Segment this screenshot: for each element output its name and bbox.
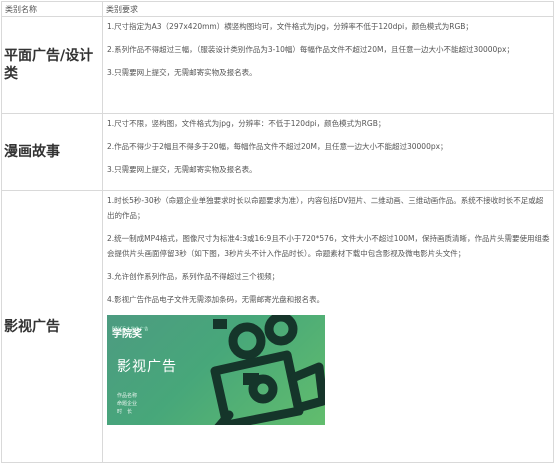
requirement-item: 1.尺寸指定为A3（297x420mm）横竖构图均可，文件格式为jpg，分辨率不…: [107, 22, 473, 31]
poster-title: 影视广告: [117, 359, 177, 375]
requirements-graphic-design: 1.尺寸指定为A3（297x420mm）横竖构图均可，文件格式为jpg，分辨率不…: [102, 16, 554, 114]
requirement-item: 1.时长5秒-30秒（命题企业单独要求时长以命题要求为准），内容包括DV短片、二…: [107, 196, 544, 220]
requirement-item: 2.统一制成MP4格式，图像尺寸为标准4:3或16:9且不小于720*576，文…: [107, 234, 550, 258]
requirement-item: 2.系列作品不得超过三幅，（服装设计类别作品为3-10幅）每幅作品文件不超过20…: [107, 45, 514, 54]
table-row: 平面广告/设计类 1.尺寸指定为A3（297x420mm）横竖构图均可，文件格式…: [1, 16, 554, 114]
table-row: 影视广告 1.时长5秒-30秒（命题企业单独要求时长以命题要求为准），内容包括D…: [1, 190, 554, 463]
category-comic-story: 漫画故事: [1, 113, 103, 191]
category-video-ad: 影视广告: [1, 190, 103, 463]
requirement-item: 3.只需要网上提交，无需邮寄实物及报名表。: [107, 68, 257, 77]
table-header-row: 类别名称 类别要求: [1, 1, 554, 17]
requirement-item: 3.只需要网上提交，无需邮寄实物及报名表。: [107, 165, 257, 174]
header-requirements: 类别要求: [102, 1, 554, 17]
header-category: 类别名称: [1, 1, 103, 17]
video-intro-poster-image: PRICE大学生广告 学院奖 影视广告 作品名称 命题企业 时 长: [107, 315, 325, 425]
requirements-comic-story: 1.尺寸不限，竖构图，文件格式为jpg，分辨率：不低于120dpi，颜色模式为R…: [102, 113, 554, 191]
category-graphic-design: 平面广告/设计类: [1, 16, 103, 114]
requirement-item: 4.影视广告作品电子文件无需添加条码，无需邮寄光盘和报名表。: [107, 295, 325, 304]
poster-logo: 学院奖: [112, 329, 142, 340]
requirement-item: 1.尺寸不限，竖构图，文件格式为jpg，分辨率：不低于120dpi，颜色模式为R…: [107, 119, 386, 128]
film-camera-icon: [210, 315, 325, 425]
requirement-item: 3.允许创作系列作品，系列作品不得超过三个视频；: [107, 272, 280, 281]
poster-line: 时 长: [117, 409, 133, 415]
requirements-video-ad: 1.时长5秒-30秒（命题企业单独要求时长以命题要求为准），内容包括DV短片、二…: [102, 190, 554, 463]
table-row: 漫画故事 1.尺寸不限，竖构图，文件格式为jpg，分辨率：不低于120dpi，颜…: [1, 113, 554, 191]
requirements-table: 类别名称 类别要求 平面广告/设计类 1.尺寸指定为A3（297x420mm）横…: [1, 1, 554, 463]
requirement-item: 2.作品不得少于2幅且不得多于20幅，每幅作品文件不超过20M，且任意一边大小不…: [107, 142, 448, 151]
